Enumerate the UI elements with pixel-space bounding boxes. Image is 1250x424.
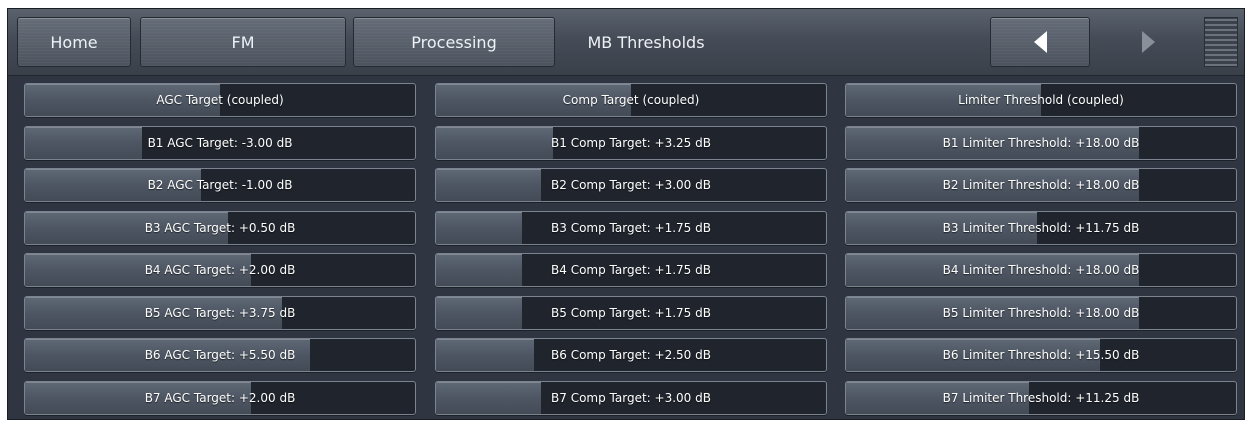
next-page-button[interactable] (1098, 17, 1198, 67)
limiter-threshold-b4-slider[interactable]: B4 Limiter Threshold: +18.00 dB (845, 253, 1237, 287)
agc-target-b2-slider[interactable]: B2 AGC Target: -1.00 dB (24, 168, 416, 202)
processing-button[interactable]: Processing (353, 17, 555, 67)
limiter-threshold-b5-slider[interactable]: B5 Limiter Threshold: +18.00 dB (845, 295, 1237, 330)
slider-label: B2 Limiter Threshold: +18.00 dB (942, 178, 1140, 192)
slider-label: B4 Limiter Threshold: +18.00 dB (942, 263, 1140, 277)
agc-target-b6-slider[interactable]: B6 AGC Target: +5.50 dB (24, 338, 416, 372)
home-button[interactable]: Home (17, 17, 131, 67)
limiter-threshold-b3-slider[interactable]: B3 Limiter Threshold: +11.75 dB (845, 210, 1237, 245)
comp-target-b5-slider[interactable]: B5 Comp Target: +1.75 dB (435, 295, 827, 330)
slider-label: B5 Limiter Threshold: +18.00 dB (942, 305, 1140, 320)
slider-label: Limiter Threshold (coupled) (958, 93, 1124, 107)
comp-target-b7-slider[interactable]: B7 Comp Target: +3.00 dB (435, 380, 827, 415)
slider-label: B7 Limiter Threshold: +11.25 dB (942, 390, 1140, 405)
app-window: Home FM Processing MB Thresholds AGC Tar… (7, 8, 1245, 420)
comp-target-coupled-slider[interactable]: Comp Target (coupled) (435, 83, 827, 117)
page-title: MB Thresholds (587, 32, 705, 52)
previous-page-button[interactable] (990, 17, 1090, 67)
agc-target-b3-slider[interactable]: B3 AGC Target: +0.50 dB (24, 210, 416, 245)
agc-target-b1-slider[interactable]: B1 AGC Target: -3.00 dB (24, 125, 416, 160)
slider-label: B2 AGC Target: -1.00 dB (147, 178, 293, 192)
limiter-threshold-b1-slider[interactable]: B1 Limiter Threshold: +18.00 dB (845, 125, 1237, 160)
top-navigation-bar: Home FM Processing MB Thresholds (8, 9, 1244, 76)
agc-target-coupled-slider[interactable]: AGC Target (coupled) (24, 83, 416, 117)
agc-target-b5-slider[interactable]: B5 AGC Target: +3.75 dB (24, 295, 416, 330)
slider-label: B3 Limiter Threshold: +11.75 dB (942, 220, 1140, 235)
slider-label: B6 AGC Target: +5.50 dB (144, 348, 296, 362)
slider-label: AGC Target (coupled) (156, 93, 284, 107)
comp-target-b2-slider[interactable]: B2 Comp Target: +3.00 dB (435, 168, 827, 202)
slider-label: B1 AGC Target: -3.00 dB (147, 135, 293, 150)
agc-target-b4-slider[interactable]: B4 AGC Target: +2.00 dB (24, 253, 416, 287)
agc-target-b7-slider[interactable]: B7 AGC Target: +2.00 dB (24, 380, 416, 415)
comp-target-b3-slider[interactable]: B3 Comp Target: +1.75 dB (435, 210, 827, 245)
triangle-right-icon (1141, 31, 1155, 53)
slider-label: Comp Target (coupled) (562, 93, 700, 107)
slider-label: B2 Comp Target: +3.00 dB (551, 178, 711, 192)
comp-target-b4-slider[interactable]: B4 Comp Target: +1.75 dB (435, 253, 827, 287)
triangle-left-icon (1033, 31, 1047, 53)
limiter-threshold-b7-slider[interactable]: B7 Limiter Threshold: +11.25 dB (845, 380, 1237, 415)
slider-label: B5 Comp Target: +1.75 dB (551, 305, 711, 320)
comp-target-b6-slider[interactable]: B6 Comp Target: +2.50 dB (435, 338, 827, 372)
slider-label: B4 AGC Target: +2.00 dB (144, 263, 296, 277)
limiter-threshold-column: Limiter Threshold (coupled) B1 Limiter Th… (845, 83, 1237, 423)
slider-label: B1 Comp Target: +3.25 dB (551, 135, 711, 150)
limiter-threshold-coupled-slider[interactable]: Limiter Threshold (coupled) (845, 83, 1237, 117)
agc-target-column: AGC Target (coupled) B1 AGC Target: -3.00… (24, 83, 416, 423)
limiter-threshold-b6-slider[interactable]: B6 Limiter Threshold: +15.50 dB (845, 338, 1237, 372)
menu-lines-icon[interactable] (1204, 17, 1238, 67)
slider-label: B1 Limiter Threshold: +18.00 dB (942, 135, 1140, 150)
slider-label: B6 Limiter Threshold: +15.50 dB (942, 348, 1140, 362)
limiter-threshold-b2-slider[interactable]: B2 Limiter Threshold: +18.00 dB (845, 168, 1237, 202)
slider-label: B6 Comp Target: +2.50 dB (551, 348, 711, 362)
slider-label: B5 AGC Target: +3.75 dB (144, 305, 296, 320)
slider-label: B3 AGC Target: +0.50 dB (144, 220, 296, 235)
fm-button[interactable]: FM (140, 17, 346, 67)
slider-label: B4 Comp Target: +1.75 dB (551, 263, 711, 277)
slider-label: B3 Comp Target: +1.75 dB (551, 220, 711, 235)
slider-label: B7 AGC Target: +2.00 dB (144, 390, 296, 405)
slider-label: B7 Comp Target: +3.00 dB (551, 390, 711, 405)
comp-target-column: Comp Target (coupled) B1 Comp Target: +3.… (435, 83, 827, 423)
comp-target-b1-slider[interactable]: B1 Comp Target: +3.25 dB (435, 125, 827, 160)
